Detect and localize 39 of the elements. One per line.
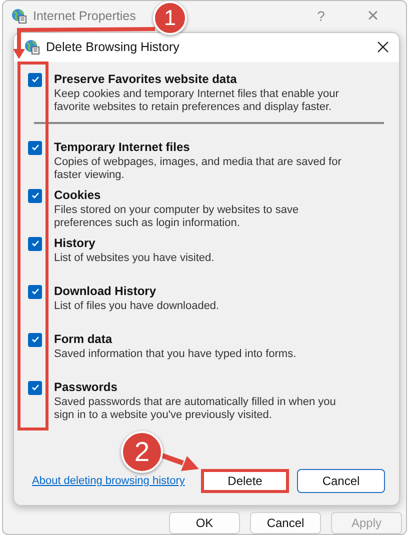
checkbox[interactable]	[28, 140, 42, 155]
option-label: Preserve Favorites website data	[54, 72, 238, 86]
checkbox[interactable]	[28, 284, 42, 299]
dialog-title: Delete Browsing History	[46, 40, 180, 54]
check-icon	[30, 143, 40, 152]
check-icon	[30, 383, 40, 392]
window-title: Internet Properties	[33, 9, 136, 24]
option-description: Saved passwords that are automatically filled in when you sign in to a website you've previously visited.	[54, 396, 337, 422]
check-icon	[30, 75, 40, 84]
option-label: Temporary Internet files	[54, 140, 191, 154]
close-icon[interactable]	[377, 41, 389, 54]
check-icon	[30, 191, 40, 200]
globe-icon	[11, 8, 27, 24]
checkbox[interactable]	[28, 188, 42, 203]
checkbox[interactable]	[28, 72, 42, 87]
option-description: Saved information that you have typed into forms.	[54, 348, 298, 361]
option-label: Cookies	[54, 188, 102, 202]
check-icon	[30, 335, 40, 344]
checkbox[interactable]	[28, 236, 42, 251]
option-label: Form data	[54, 332, 114, 346]
checkbox[interactable]	[28, 380, 42, 395]
check-icon	[30, 287, 40, 296]
option-description: List of websites you have visited.	[54, 252, 216, 265]
option-label: Passwords	[54, 380, 118, 394]
option-description: Copies of webpages, images, and media that are saved for faster viewing.	[54, 156, 342, 182]
help-link[interactable]: About deleting browsing history	[32, 475, 193, 487]
footer-button[interactable]: OK	[169, 512, 240, 534]
option-description: Keep cookies and temporary Internet files that enable your favorite websites to retain preferences and display faster.	[54, 88, 340, 114]
check-icon	[30, 239, 40, 248]
checkbox[interactable]	[28, 332, 42, 347]
option-label: Download History	[54, 284, 158, 298]
step-badge: 1	[153, 1, 187, 35]
cancel-button[interactable]: Cancel	[297, 469, 385, 493]
option-label: History	[54, 236, 96, 250]
footer-button[interactable]: Cancel	[250, 512, 321, 534]
delete-button[interactable]: Delete	[201, 469, 289, 493]
globe-icon	[24, 39, 40, 56]
option-description: List of files you have downloaded.	[54, 300, 220, 313]
option-description: Files stored on your computer by websites to save preferences such as login information.	[54, 204, 300, 230]
